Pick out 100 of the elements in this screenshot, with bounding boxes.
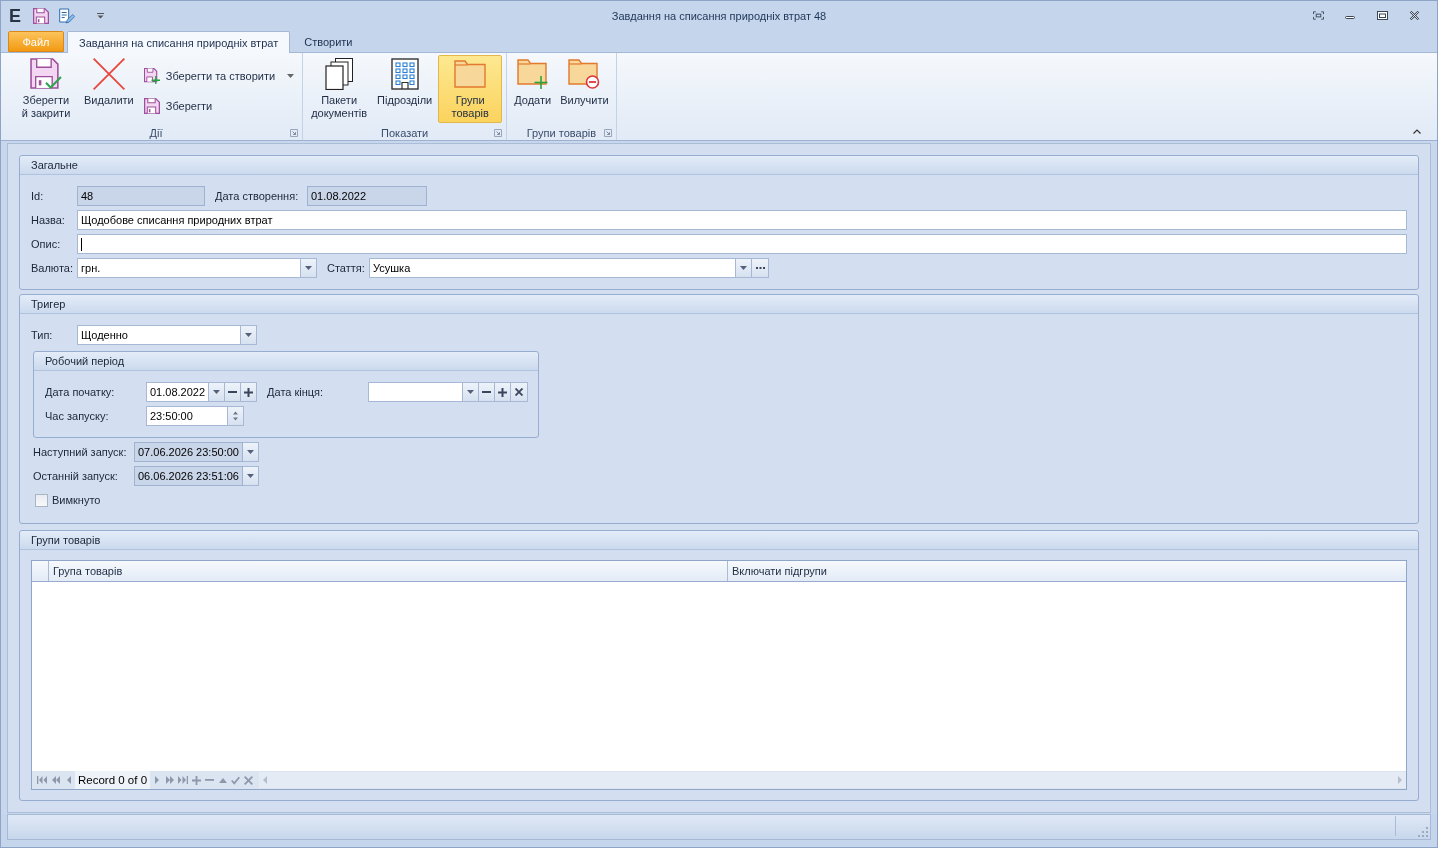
field-label: Наступний запуск: (33, 446, 127, 458)
cross-icon (92, 58, 125, 90)
notepad-pencil-icon (59, 7, 75, 24)
description-field[interactable] (77, 234, 1407, 254)
minimize-icon (1345, 16, 1355, 19)
remove-button[interactable]: Вилучити (557, 55, 612, 123)
ribbon-tab[interactable]: Створити (293, 31, 364, 52)
save-button[interactable]: Зберегти (139, 95, 299, 117)
delete-button[interactable]: Видалити (81, 55, 137, 123)
window-title: Завдання на списання природніх втрат 48 (611, 9, 827, 22)
type-field[interactable]: Щоденно (77, 325, 241, 345)
currency-field[interactable]: грн. (77, 258, 301, 278)
minus-icon (205, 779, 215, 781)
section-title: Робочий період (45, 355, 125, 367)
caret-icon (287, 74, 295, 78)
plus-icon (498, 387, 508, 397)
dropdown-button[interactable] (736, 258, 752, 278)
caret-icon (245, 333, 252, 337)
field-label: Стаття: (327, 262, 365, 274)
checkbox-label[interactable]: Вимкнуто (52, 494, 101, 506)
plus-icon (192, 775, 202, 785)
checkbox[interactable] (35, 493, 48, 507)
departments-button[interactable]: Підрозділи (374, 55, 436, 123)
last-run-field[interactable]: 06.06.2026 23:51:06 (134, 466, 243, 486)
creation-date-field[interactable]: 01.08.2022 (307, 186, 427, 206)
fullscreen-icon (1312, 11, 1324, 20)
product-groups-button[interactable]: Групи товарів (438, 55, 503, 123)
field-label: Тип: (31, 329, 53, 341)
caret-icon (305, 266, 312, 270)
decrement-button[interactable] (479, 382, 496, 402)
maximize-icon (1376, 11, 1388, 20)
field-label: Id: (31, 190, 44, 202)
next-run-field[interactable]: 07.06.2026 23:50:00 (134, 442, 243, 462)
app-logo: E (9, 6, 21, 25)
check-icon (231, 775, 241, 785)
increment-button[interactable] (495, 382, 512, 402)
column-header[interactable]: Група товарів (49, 561, 728, 581)
customize-button[interactable] (97, 12, 104, 19)
caret-icon (246, 450, 254, 454)
ellipsis-button[interactable] (752, 258, 769, 278)
right-triangle-icon (154, 776, 159, 784)
folder-plus-icon (516, 58, 549, 90)
spin-button[interactable] (228, 406, 244, 426)
column-header[interactable]: Включати підгрупи (728, 561, 1406, 581)
start-date-field[interactable]: 01.08.2022 (146, 382, 210, 402)
field-label: Час запуску: (45, 410, 109, 422)
name-field[interactable]: Щодобове списання природних втрат (77, 210, 1407, 230)
up-triangle-icon (218, 777, 227, 783)
floppy-icon (33, 7, 49, 24)
save-button[interactable] (33, 7, 49, 24)
resize-grip-icon[interactable] (1418, 827, 1428, 837)
dropdown-button[interactable] (301, 258, 317, 278)
field-label: Останній запуск: (33, 470, 118, 482)
dropdown-button[interactable] (209, 382, 226, 402)
end-date-field[interactable] (368, 382, 464, 402)
id-field[interactable]: 48 (77, 186, 205, 206)
record-counter: Record 0 of 0 (75, 771, 151, 789)
last-record-icon (178, 776, 189, 784)
dropdown-button[interactable] (241, 325, 257, 345)
spin-arrows-icon (233, 411, 238, 421)
close-icon (515, 388, 524, 396)
section-title: Тригер (31, 298, 66, 310)
save-close-button[interactable]: Зберегти й закрити (14, 55, 78, 123)
section-title: Групи товарів (31, 534, 101, 546)
ribbon-group-title: Групи товарів (526, 126, 597, 139)
decrement-button[interactable] (225, 382, 242, 402)
folder-icon (454, 58, 487, 90)
dropdown-button[interactable] (463, 382, 480, 402)
dialog-launcher-icon[interactable] (290, 128, 299, 137)
documents-stack-icon (325, 58, 354, 90)
clear-button[interactable] (511, 382, 529, 402)
first-record-icon (37, 776, 47, 784)
ribbon-group-title: Показати (381, 126, 429, 139)
edit-button[interactable] (59, 7, 75, 24)
minus-icon (228, 391, 238, 393)
building-icon (390, 58, 419, 90)
dialog-launcher-icon[interactable] (494, 128, 503, 137)
caret-icon (213, 390, 221, 394)
increment-button[interactable] (241, 382, 258, 402)
documents-button[interactable]: Пакети документів (307, 55, 372, 123)
field-label: Дата початку: (45, 386, 115, 398)
section-title: Загальне (31, 159, 78, 171)
caret-icon (97, 12, 104, 19)
save-new-button[interactable]: Зберегти та створити (139, 65, 299, 87)
caret-icon (246, 474, 254, 478)
dialog-launcher-icon[interactable] (603, 128, 612, 137)
article-field[interactable]: Усушка (369, 258, 736, 278)
launch-time-field[interactable]: 23:50:00 (146, 406, 228, 426)
caret-icon (740, 266, 747, 270)
field-label: Назва: (31, 214, 65, 226)
close-icon (1408, 11, 1420, 20)
add-button[interactable]: Додати (511, 55, 555, 123)
plus-icon (244, 387, 254, 397)
floppy-icon (143, 98, 160, 114)
chevron-up-icon[interactable] (1413, 129, 1421, 134)
double-right-icon (165, 776, 174, 784)
ribbon-tab[interactable]: Завдання на списання природніх втрат (67, 31, 291, 53)
field-label: Дата кінця: (267, 386, 324, 398)
double-left-icon (51, 776, 60, 784)
left-triangle-icon (66, 776, 71, 784)
